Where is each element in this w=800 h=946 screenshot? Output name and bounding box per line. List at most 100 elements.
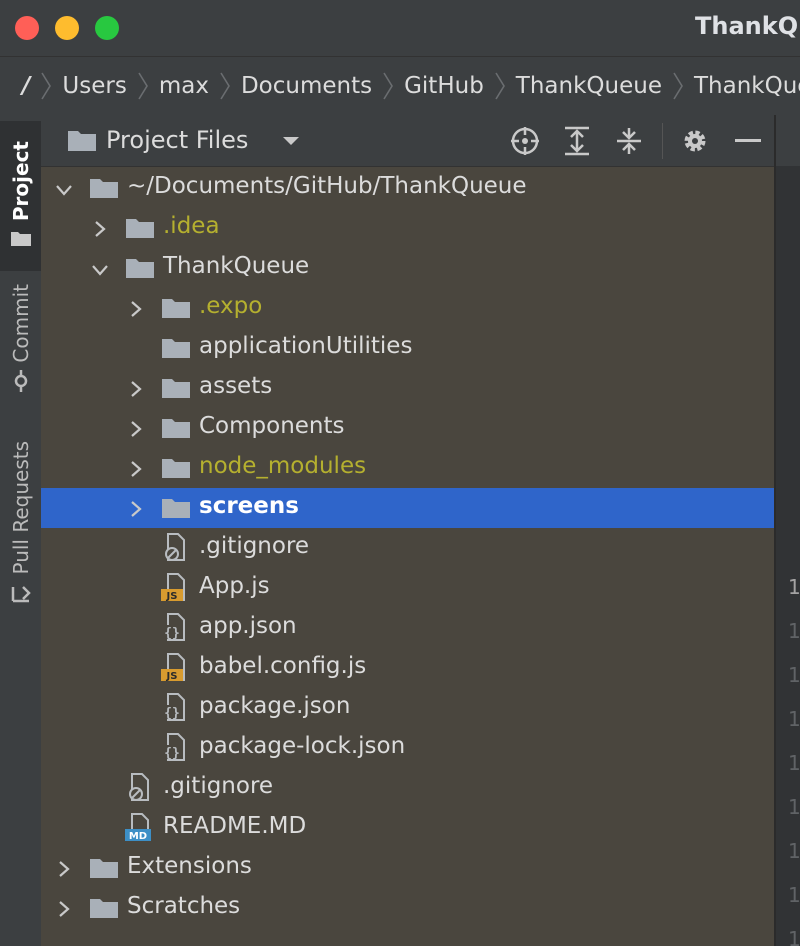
tree-item-label: .idea [163, 213, 220, 239]
tree-row[interactable]: assets [41, 368, 774, 408]
tree-row[interactable]: ~/Documents/GitHub/ThankQueue [41, 168, 774, 208]
tool-window-stripe: Project Commit Pull Requests [0, 115, 42, 946]
tab-project[interactable]: Project [0, 121, 41, 271]
chevron-right-icon [492, 71, 508, 101]
tree-item-label: app.json [199, 613, 297, 639]
chevron-right-icon[interactable] [129, 460, 143, 482]
tree-row[interactable]: Components [41, 408, 774, 448]
folder-icon [125, 255, 155, 283]
folder-icon [161, 495, 191, 523]
tree-row[interactable]: {} package.json [41, 688, 774, 728]
chevron-right-icon[interactable] [129, 300, 143, 322]
line-number: 1 [788, 663, 800, 687]
chevron-down-icon[interactable] [91, 262, 109, 281]
project-panel-header: Project Files [41, 115, 774, 167]
tree-row[interactable]: MD README.MD [41, 808, 774, 848]
chevron-right-icon[interactable] [57, 860, 71, 882]
tab-pull-requests[interactable]: Pull Requests [0, 430, 41, 620]
svg-text:{}: {} [164, 706, 180, 721]
tree-item-label: babel.config.js [199, 653, 367, 679]
tree-row[interactable]: .expo [41, 288, 774, 328]
tree-item-label: README.MD [163, 813, 307, 839]
folder-icon [161, 335, 191, 363]
pull-request-icon [10, 583, 32, 609]
tree-row[interactable]: .gitignore [41, 528, 774, 568]
folder-icon [10, 229, 32, 251]
svg-text:{}: {} [164, 746, 180, 761]
collapse-all-icon[interactable] [614, 126, 644, 156]
breadcrumb-item[interactable]: max [151, 73, 217, 99]
breadcrumb-item[interactable]: GitHub [396, 73, 492, 99]
folder-icon [161, 295, 191, 323]
zoom-window-button[interactable] [95, 16, 119, 40]
folder-icon [125, 215, 155, 243]
tree-row[interactable]: JS babel.config.js [41, 648, 774, 688]
tree-row[interactable]: applicationUtilities [41, 328, 774, 368]
tree-row[interactable]: JS App.js [41, 568, 774, 608]
tree-row[interactable]: .gitignore [41, 768, 774, 808]
folder-icon [161, 415, 191, 443]
tree-row[interactable]: .idea [41, 208, 774, 248]
project-panel: Project Files ~/Documents/GitHub/ThankQu… [41, 115, 774, 946]
tree-row[interactable]: screens [41, 488, 774, 528]
folder-icon [89, 175, 119, 203]
svg-text:JS: JS [166, 671, 178, 681]
tree-row[interactable]: {} package-lock.json [41, 728, 774, 768]
project-view-selector[interactable]: Project Files [106, 126, 248, 154]
hide-icon[interactable] [733, 126, 763, 156]
breadcrumb-item[interactable]: / [0, 73, 38, 99]
chevron-right-icon [38, 71, 54, 101]
breadcrumb-item[interactable]: ThankQueue [686, 73, 800, 99]
commit-icon [10, 370, 32, 396]
tree-row[interactable]: ThankQueue [41, 248, 774, 288]
chevron-right-icon[interactable] [129, 420, 143, 442]
tree-item-label: node_modules [199, 453, 367, 479]
chevron-right-icon[interactable] [93, 220, 107, 242]
chevron-down-icon[interactable] [281, 133, 301, 152]
tree-row[interactable]: Scratches [41, 888, 774, 928]
tab-commit[interactable]: Commit [0, 275, 41, 405]
chevron-down-icon[interactable] [55, 182, 73, 201]
folder-icon [161, 455, 191, 483]
folder-icon [89, 855, 119, 883]
title-bar: ThankQu [0, 0, 800, 56]
tree-item-label: ~/Documents/GitHub/ThankQueue [127, 173, 527, 199]
javascript-file-icon: JS [161, 653, 189, 685]
breadcrumb: / Users max Documents GitHub ThankQueue ThankQ… [0, 56, 800, 116]
breadcrumb-item[interactable]: Documents [233, 73, 380, 99]
tree-item-label: Scratches [127, 893, 241, 919]
breadcrumb-item[interactable]: ThankQueue [508, 73, 670, 99]
folder-icon [67, 128, 97, 156]
tree-row[interactable]: Extensions [41, 848, 774, 888]
gear-icon[interactable] [680, 126, 710, 156]
tree-row[interactable]: {} app.json [41, 608, 774, 648]
line-number: 1 [788, 883, 800, 907]
folder-icon [161, 375, 191, 403]
line-number: 1 [788, 619, 800, 643]
toolbar-divider [662, 123, 663, 159]
gitignore-file-icon [161, 533, 189, 565]
chevron-right-icon[interactable] [57, 900, 71, 922]
line-number: 1 [788, 575, 800, 599]
line-number: 1 [788, 839, 800, 863]
chevron-right-icon [380, 71, 396, 101]
tree-item-label: .gitignore [199, 533, 310, 559]
chevron-right-icon[interactable] [129, 500, 143, 522]
close-window-button[interactable] [15, 16, 39, 40]
locate-icon[interactable] [510, 126, 540, 156]
minimize-window-button[interactable] [55, 16, 79, 40]
tree-row[interactable]: node_modules [41, 448, 774, 488]
line-number: 1 [788, 927, 800, 946]
svg-text:JS: JS [166, 591, 178, 601]
json-file-icon: {} [161, 613, 189, 645]
tab-pull-requests-label: Pull Requests [8, 441, 33, 575]
window-title: ThankQu [695, 12, 800, 40]
expand-all-icon[interactable] [562, 126, 592, 156]
tree-item-label: applicationUtilities [199, 333, 413, 359]
line-number: 1 [788, 707, 800, 731]
chevron-right-icon[interactable] [129, 380, 143, 402]
chevron-right-icon [217, 71, 233, 101]
tree-item-label: .expo [199, 293, 263, 319]
editor-tab-bar [776, 115, 800, 166]
breadcrumb-item[interactable]: Users [54, 73, 134, 99]
